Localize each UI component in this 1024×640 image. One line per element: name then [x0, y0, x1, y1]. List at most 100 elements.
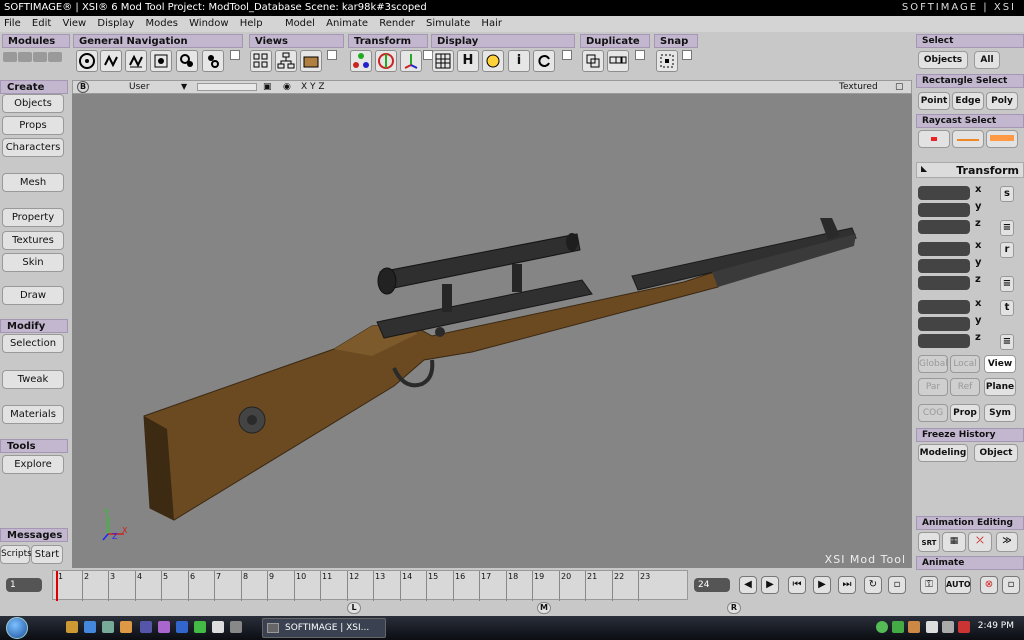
- srt-key-button[interactable]: SRT: [918, 532, 940, 552]
- display-mode-select[interactable]: Textured: [839, 81, 878, 93]
- create-draw-button[interactable]: Draw: [2, 286, 64, 305]
- scripts-button[interactable]: Scripts: [0, 545, 32, 564]
- tray-network-icon[interactable]: [926, 621, 938, 633]
- tray-icon[interactable]: [892, 621, 904, 633]
- views-layout-icon[interactable]: [250, 50, 272, 72]
- create-props-button[interactable]: Props: [2, 116, 64, 135]
- camera-dropdown-icon[interactable]: ▼: [181, 81, 187, 93]
- quicklaunch-app-icon[interactable]: [212, 621, 224, 633]
- rotate-menu-icon[interactable]: ≡: [1000, 276, 1014, 292]
- autokey-key-icon[interactable]: ⚿: [920, 576, 938, 594]
- taskbar-softimage-item[interactable]: SOFTIMAGE | XSI...: [262, 618, 386, 638]
- display-info-icon[interactable]: i: [508, 50, 530, 72]
- end-frame-field[interactable]: 24: [694, 578, 730, 592]
- rect-point-button[interactable]: Point: [918, 92, 950, 110]
- timeline-ruler[interactable]: 1 2 3 4 5 6 7 8 9 10 11 12 13 14 15 16 1…: [52, 570, 688, 601]
- module-light[interactable]: [3, 52, 17, 62]
- collapse-arrow-icon[interactable]: ◣: [921, 164, 927, 173]
- duplicate-single-icon[interactable]: [582, 50, 604, 72]
- quicklaunch-app-icon[interactable]: [102, 621, 114, 633]
- local-button[interactable]: Local: [950, 355, 980, 373]
- module-light[interactable]: [18, 52, 32, 62]
- freeze-object-button[interactable]: Object: [974, 444, 1018, 462]
- menu-window[interactable]: Window: [185, 16, 232, 32]
- freeze-modeling-button[interactable]: Modeling: [918, 444, 968, 462]
- rect-edge-button[interactable]: Edge: [952, 92, 984, 110]
- create-skin-button[interactable]: Skin: [2, 253, 64, 272]
- display-hide-icon[interactable]: H: [457, 50, 479, 72]
- modify-materials-button[interactable]: Materials: [2, 405, 64, 424]
- first-frame-icon[interactable]: ⏮: [788, 576, 806, 594]
- last-frame-icon[interactable]: ⏭: [838, 576, 856, 594]
- transform-translate-icon[interactable]: [400, 50, 422, 72]
- raycast-poly-icon[interactable]: [986, 130, 1018, 148]
- create-mesh-button[interactable]: Mesh: [2, 173, 64, 192]
- translate-mode-button[interactable]: t: [1000, 300, 1014, 316]
- quicklaunch-word-icon[interactable]: [176, 621, 188, 633]
- animation-expand-icon[interactable]: ≫: [996, 532, 1018, 552]
- maximize-viewport-icon[interactable]: ▢: [895, 81, 904, 93]
- duplicate-options-icon[interactable]: [635, 50, 645, 60]
- animate-options-icon[interactable]: ▫: [1002, 576, 1020, 594]
- tray-icon[interactable]: [908, 621, 920, 633]
- quicklaunch-firefox-icon[interactable]: [120, 621, 132, 633]
- display-options-icon[interactable]: [562, 50, 572, 60]
- menu-edit[interactable]: Edit: [28, 16, 55, 32]
- navigation-options-icon[interactable]: [230, 50, 240, 60]
- translate-y-field[interactable]: [918, 317, 970, 331]
- tools-explore-button[interactable]: Explore: [2, 455, 64, 474]
- quicklaunch-app-icon[interactable]: [230, 621, 242, 633]
- select-all-button[interactable]: All: [974, 51, 1000, 69]
- rotate-x-field[interactable]: [918, 242, 970, 256]
- menu-modes[interactable]: Modes: [141, 16, 181, 32]
- navigation-zoom-icon[interactable]: [176, 50, 198, 72]
- current-frame-field[interactable]: 1: [6, 578, 42, 592]
- plane-button[interactable]: Plane: [984, 378, 1016, 396]
- global-button[interactable]: Global: [918, 355, 948, 373]
- menu-simulate[interactable]: Simulate: [422, 16, 474, 32]
- snap-icon[interactable]: [656, 50, 678, 72]
- quicklaunch-folder-icon[interactable]: [66, 621, 78, 633]
- display-refresh-icon[interactable]: [533, 50, 555, 72]
- auto-key-button[interactable]: AUTO: [945, 576, 971, 594]
- quicklaunch-app-icon[interactable]: [194, 621, 206, 633]
- dopesheet-grid-icon[interactable]: ▦: [942, 532, 966, 552]
- duplicate-multiple-icon[interactable]: [607, 50, 629, 72]
- ref-button[interactable]: Ref: [950, 378, 980, 396]
- rotate-y-field[interactable]: [918, 259, 970, 273]
- navigation-frame-icon[interactable]: [202, 50, 224, 72]
- rotate-z-field[interactable]: [918, 276, 970, 290]
- scale-menu-icon[interactable]: ≡: [1000, 220, 1014, 236]
- visibility-eye-icon[interactable]: ◉: [283, 81, 291, 93]
- modify-tweak-button[interactable]: Tweak: [2, 370, 64, 389]
- menu-hair[interactable]: Hair: [477, 16, 506, 32]
- viewport-tool-slots[interactable]: [197, 83, 257, 91]
- cog-button[interactable]: COG: [918, 404, 948, 422]
- par-button[interactable]: Par: [918, 378, 948, 396]
- snap-options-icon[interactable]: [682, 50, 692, 60]
- translate-menu-icon[interactable]: ≡: [1000, 334, 1014, 350]
- fcurve-icon[interactable]: ⤫: [968, 532, 992, 552]
- modify-selection-button[interactable]: Selection: [2, 334, 64, 353]
- prop-button[interactable]: Prop: [950, 404, 980, 422]
- view-button[interactable]: View: [984, 355, 1016, 373]
- viewport-3d[interactable]: Y X Z XSI Mod Tool: [72, 94, 912, 568]
- camera-icon[interactable]: ▣: [263, 81, 272, 93]
- marker-l[interactable]: L: [347, 602, 361, 614]
- translate-z-field[interactable]: [918, 334, 970, 348]
- remove-key-icon[interactable]: ⊗: [980, 576, 998, 594]
- playback-options-icon[interactable]: ▫: [888, 576, 906, 594]
- views-options-icon[interactable]: [327, 50, 337, 60]
- select-arrow-icon[interactable]: [76, 50, 98, 72]
- play-icon[interactable]: ▶: [813, 576, 831, 594]
- raycast-edge-icon[interactable]: [952, 130, 984, 148]
- next-frame-icon[interactable]: ▶: [761, 576, 779, 594]
- views-schematic-icon[interactable]: [275, 50, 297, 72]
- navigation-orbit-icon[interactable]: [100, 50, 122, 72]
- quicklaunch-app-icon[interactable]: [140, 621, 152, 633]
- create-textures-button[interactable]: Textures: [2, 231, 64, 250]
- module-light[interactable]: [33, 52, 47, 62]
- menu-animate[interactable]: Animate: [322, 16, 372, 32]
- quicklaunch-app-icon[interactable]: [158, 621, 170, 633]
- views-explorer-icon[interactable]: [300, 50, 322, 72]
